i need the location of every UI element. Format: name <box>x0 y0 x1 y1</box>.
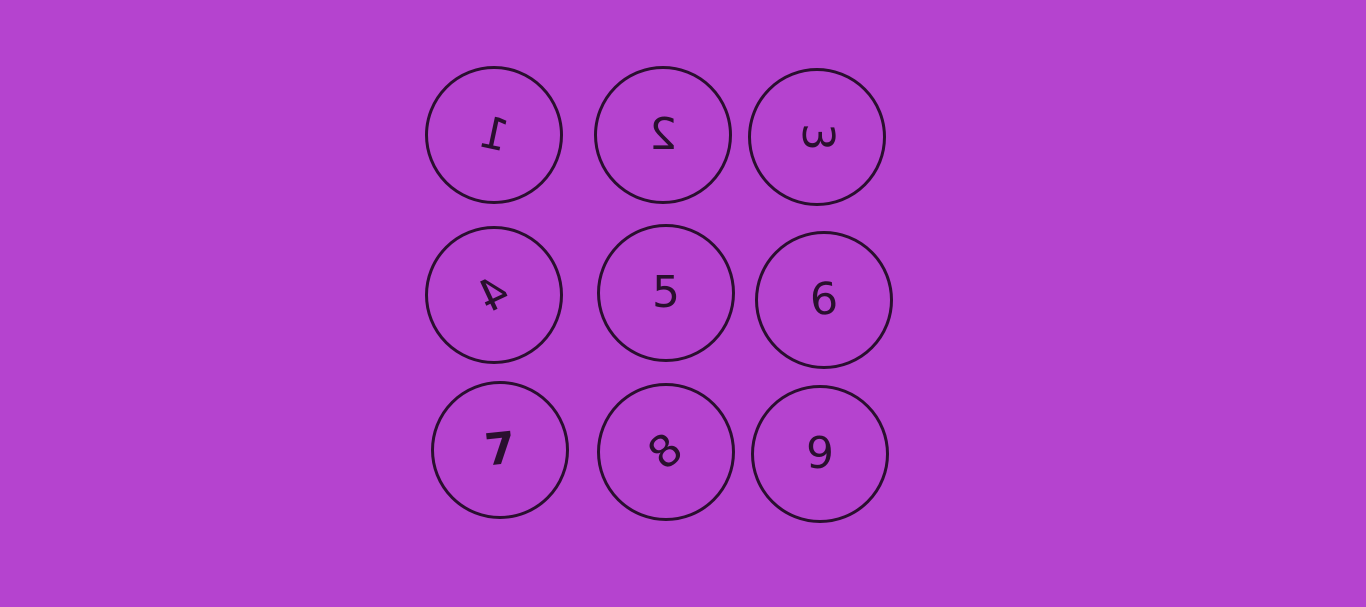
game-board: 1 2 3 4 5 6 7 8 9 <box>0 0 1366 607</box>
digit-label: 6 <box>808 273 840 326</box>
number-circle-4[interactable]: 4 <box>425 226 563 364</box>
digit-label: 1 <box>475 106 514 163</box>
number-circle-9[interactable]: 9 <box>751 385 889 523</box>
digit-label: 4 <box>470 265 518 324</box>
number-circle-8[interactable]: 8 <box>597 383 735 521</box>
number-circle-3[interactable]: 3 <box>748 68 886 206</box>
digit-label: 9 <box>806 428 834 479</box>
number-circle-7[interactable]: 7 <box>431 381 569 519</box>
digit-label: 8 <box>638 423 693 481</box>
number-circle-5[interactable]: 5 <box>597 224 735 362</box>
digit-label: 2 <box>649 109 677 160</box>
number-circle-6[interactable]: 6 <box>755 231 893 369</box>
number-circle-1[interactable]: 1 <box>425 66 563 204</box>
number-circle-2[interactable]: 2 <box>594 66 732 204</box>
digit-label: 5 <box>652 267 680 318</box>
digit-label: 3 <box>792 123 843 151</box>
digit-label: 7 <box>482 422 518 477</box>
